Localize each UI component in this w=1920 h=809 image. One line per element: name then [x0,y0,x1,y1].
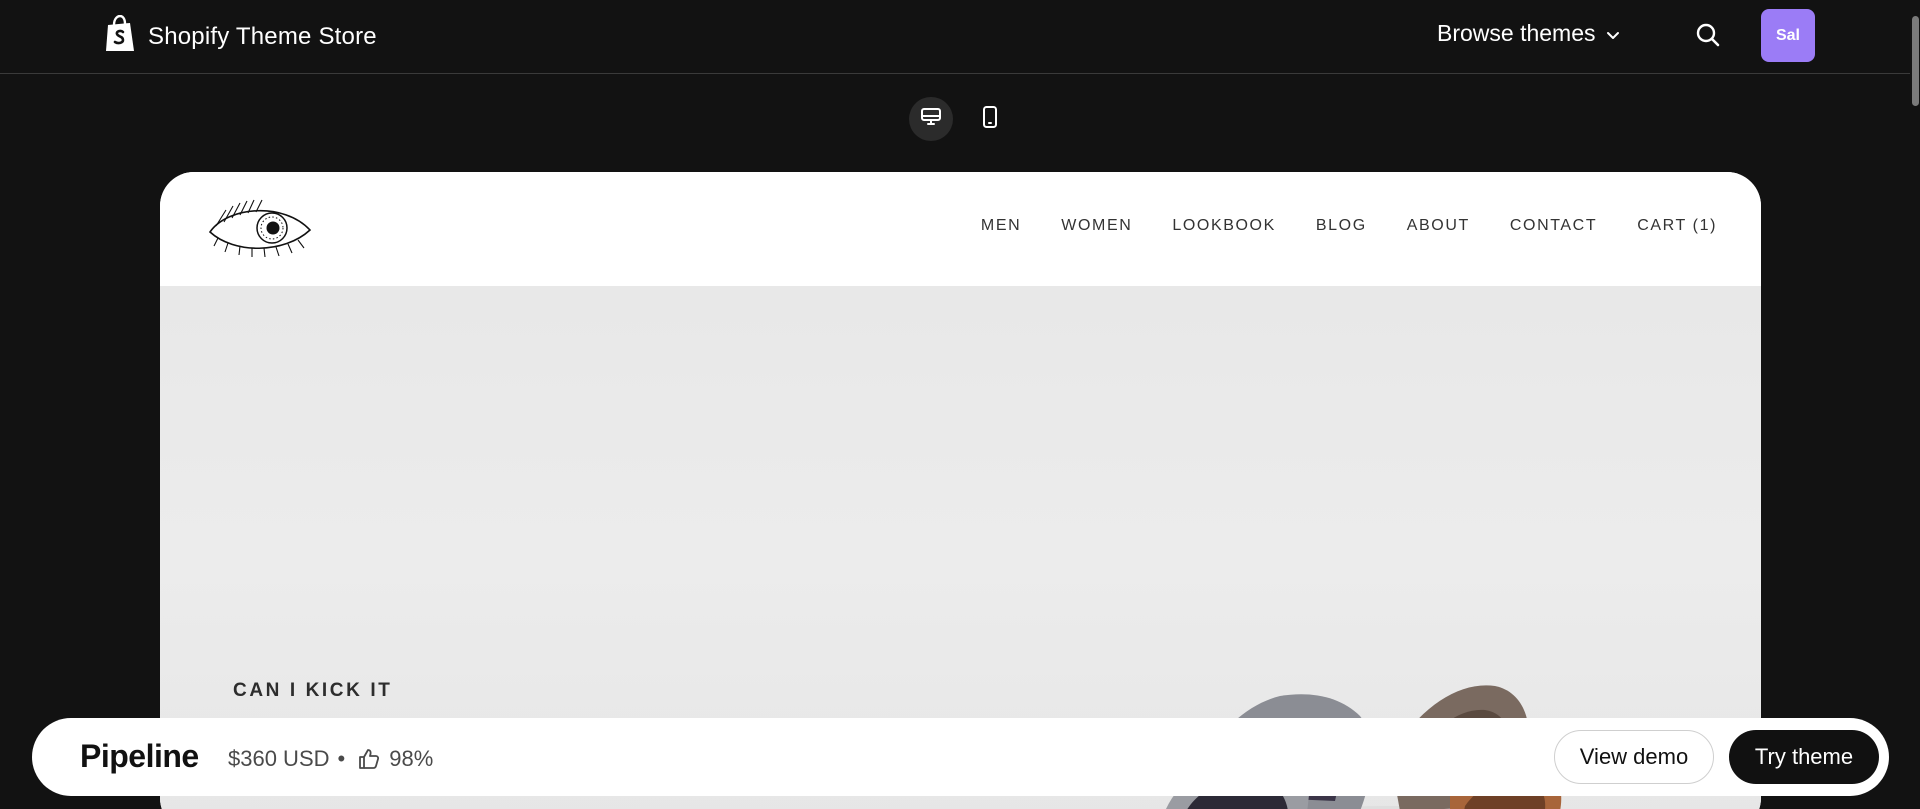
brand-link[interactable]: Shopify Theme Store [104,14,377,58]
brand-title: Shopify Theme Store [148,22,377,50]
scrollbar-thumb[interactable] [1912,16,1919,106]
top-bar: Shopify Theme Store Browse themes Sal [0,0,1920,74]
mobile-icon [979,105,1001,134]
theme-meta: $360 USD • 98% [228,746,433,772]
shopify-bag-icon [104,14,136,58]
nav-about[interactable]: ABOUT [1407,217,1470,235]
theme-preview-frame: MEN WOMEN LOOKBOOK BLOG ABOUT CONTACT CA… [160,172,1761,809]
theme-price: $360 USD [228,746,330,771]
theme-name: Pipeline [80,738,199,774]
theme-action-bar: Pipeline $360 USD • 98% View demo Try th… [32,718,1889,796]
store-header: MEN WOMEN LOOKBOOK BLOG ABOUT CONTACT CA… [160,172,1761,286]
desktop-icon [920,106,942,133]
store-nav: MEN WOMEN LOOKBOOK BLOG ABOUT CONTACT CA… [981,217,1717,235]
nav-cart[interactable]: CART (1) [1637,217,1717,235]
meta-separator: • [337,746,346,771]
try-theme-button[interactable]: Try theme [1729,730,1879,784]
hero-kicker: CAN I KICK IT [233,680,393,701]
nav-women[interactable]: WOMEN [1061,217,1132,235]
page-scrollbar[interactable] [1910,0,1920,809]
mobile-view-button[interactable] [968,97,1012,141]
search-icon[interactable] [1694,21,1722,49]
nav-lookbook[interactable]: LOOKBOOK [1172,217,1276,235]
thumbs-up-icon [357,747,381,771]
desktop-view-button[interactable] [909,97,953,141]
nav-men[interactable]: MEN [981,217,1021,235]
browse-themes-label: Browse themes [1437,20,1596,46]
nav-blog[interactable]: BLOG [1316,217,1367,235]
theme-rating: 98% [389,746,434,771]
chevron-down-icon [1606,20,1620,47]
view-demo-button[interactable]: View demo [1554,730,1714,784]
user-avatar[interactable]: Sal [1761,9,1815,62]
eye-logo-icon[interactable] [206,196,316,260]
browse-themes-dropdown[interactable]: Browse themes [1437,20,1620,47]
nav-contact[interactable]: CONTACT [1510,217,1597,235]
